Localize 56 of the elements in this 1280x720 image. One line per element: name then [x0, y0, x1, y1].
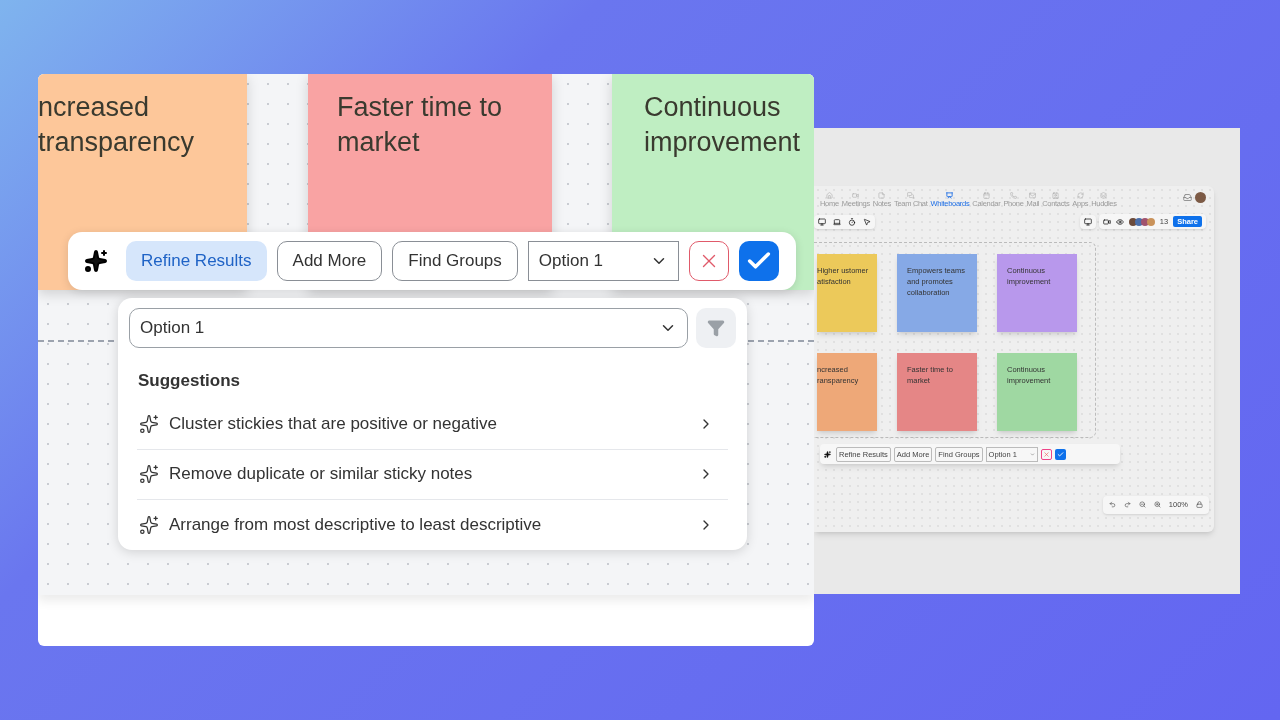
cancel-button[interactable] — [1040, 448, 1052, 460]
home-icon — [825, 192, 833, 199]
whiteboard-icon — [946, 192, 954, 199]
filter-button[interactable] — [696, 308, 736, 348]
suggestion-text: Cluster stickies that are positive or negative — [169, 413, 498, 436]
zoom-out-icon — [1138, 501, 1146, 509]
suggestion-item[interactable]: Arrange from most descriptive to least descriptive — [137, 499, 728, 550]
toolbar-button[interactable]: Refine Results — [126, 241, 267, 281]
cancel-button[interactable] — [688, 241, 729, 281]
eye-icon — [1115, 217, 1124, 226]
check-icon — [1056, 450, 1064, 458]
video-camera-icon — [852, 192, 860, 199]
toolbar-button[interactable]: Find Groups — [392, 241, 518, 281]
confirm-button[interactable] — [1054, 448, 1066, 460]
avatar[interactable] — [1195, 192, 1206, 203]
contact-card-icon — [1052, 192, 1060, 199]
monitor-icon — [818, 217, 826, 226]
close-icon — [1042, 450, 1050, 458]
option-dropdown[interactable]: Option 1 — [129, 308, 688, 348]
chat-icon — [907, 192, 915, 199]
sparkle-icon — [139, 414, 159, 434]
suggestion-item[interactable]: Remove duplicate or similar sticky notes — [137, 449, 728, 500]
chevron-down-icon — [1029, 451, 1035, 457]
suggestion-text: Arrange from most descriptive to least descriptive — [169, 513, 543, 536]
pointer-icon — [863, 217, 871, 226]
sticky-text: Continuous improvement — [644, 91, 802, 159]
timer-icon — [848, 217, 856, 226]
note-icon — [878, 192, 886, 199]
refresh-icon — [1076, 192, 1084, 199]
redo-icon — [1123, 501, 1131, 509]
confirm-button[interactable] — [738, 241, 779, 281]
layers-icon — [1100, 192, 1108, 199]
sparkle-icon — [139, 464, 159, 484]
lock-icon — [1196, 501, 1203, 509]
inbox-icon — [1183, 193, 1192, 202]
suggestion-text: Remove duplicate or similar sticky notes — [169, 463, 474, 486]
sparkle-icon — [139, 514, 159, 535]
sparkle-icon — [824, 450, 831, 458]
video-camera-icon — [1102, 217, 1111, 226]
sticky-text: ncreased transparency — [38, 91, 196, 159]
zoom-in-icon — [1153, 501, 1161, 509]
calendar-icon — [982, 192, 990, 199]
filter-icon — [707, 319, 725, 337]
sticky-text: Faster time to market — [337, 91, 504, 159]
toolbar-button[interactable]: Add More — [276, 241, 383, 281]
mail-icon — [1029, 192, 1037, 199]
option-dropdown[interactable]: Option 1 — [527, 241, 679, 281]
laptop-icon — [833, 217, 841, 226]
undo-icon — [1108, 501, 1116, 509]
avatar-group-drawing — [1128, 217, 1155, 226]
monitor-icon — [1083, 217, 1092, 226]
phone-icon — [1010, 192, 1017, 199]
screen-button[interactable] — [1079, 214, 1096, 229]
section-heading: Suggestions — [138, 370, 241, 392]
suggestion-item[interactable]: Cluster stickies that are positive or negative — [137, 399, 728, 450]
sparkle-icon — [84, 249, 108, 273]
